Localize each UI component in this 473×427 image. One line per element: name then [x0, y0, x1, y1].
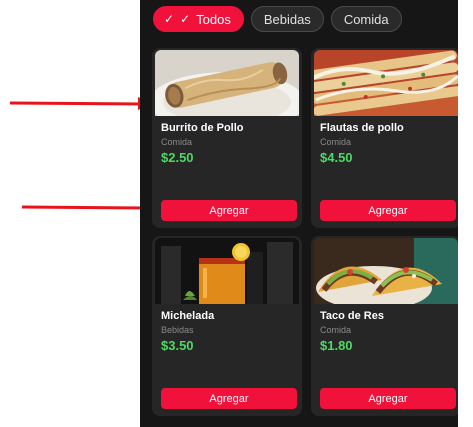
- product-price: $2.50: [161, 150, 194, 165]
- add-button[interactable]: Agregar: [320, 200, 456, 221]
- product-image-flautas: [314, 50, 458, 116]
- product-card[interactable]: Flautas de pollo Comida $4.50 Agregar: [311, 48, 458, 228]
- product-price: $4.50: [320, 150, 353, 165]
- product-name: Michelada: [161, 310, 215, 322]
- add-button[interactable]: Agregar: [161, 200, 297, 221]
- product-name: Burrito de Pollo: [161, 122, 244, 134]
- filter-chip-label: Bebidas: [263, 11, 311, 27]
- filter-chips: ✓ ✓ Todos Bebidas Comida: [153, 6, 402, 32]
- product-category: Comida: [320, 137, 352, 147]
- product-card[interactable]: Burrito de Pollo Comida $2.50 Agregar: [152, 48, 302, 228]
- product-card[interactable]: Michelada Bebidas $3.50 Agregar: [152, 236, 302, 416]
- product-category: Bebidas: [161, 325, 194, 335]
- product-image-michelada: [155, 238, 299, 304]
- add-button[interactable]: Agregar: [320, 388, 456, 409]
- product-image-taco: [314, 238, 458, 304]
- filter-chip-todos[interactable]: ✓ ✓ Todos: [153, 6, 244, 32]
- filter-chip-bebidas[interactable]: Bebidas: [250, 6, 324, 32]
- product-category: Comida: [320, 325, 352, 335]
- app-screen: ✓ ✓ Todos Bebidas Comida Burrito de Poll…: [140, 0, 458, 427]
- product-name: Taco de Res: [320, 310, 384, 322]
- check-icon: ✓: [164, 12, 175, 26]
- filter-chip-label: Todos: [196, 11, 231, 27]
- product-image-burrito: [155, 50, 299, 116]
- check-icon: ✓: [180, 12, 191, 26]
- add-button[interactable]: Agregar: [161, 388, 297, 409]
- filter-chip-comida[interactable]: Comida: [330, 6, 402, 32]
- annotation-arrow-image: [9, 97, 153, 110]
- product-name: Flautas de pollo: [320, 122, 404, 134]
- product-card[interactable]: Taco de Res Comida $1.80 Agregar: [311, 236, 458, 416]
- product-price: $1.80: [320, 338, 353, 353]
- product-price: $3.50: [161, 338, 194, 353]
- filter-chip-label: Comida: [343, 11, 389, 27]
- product-category: Comida: [161, 137, 193, 147]
